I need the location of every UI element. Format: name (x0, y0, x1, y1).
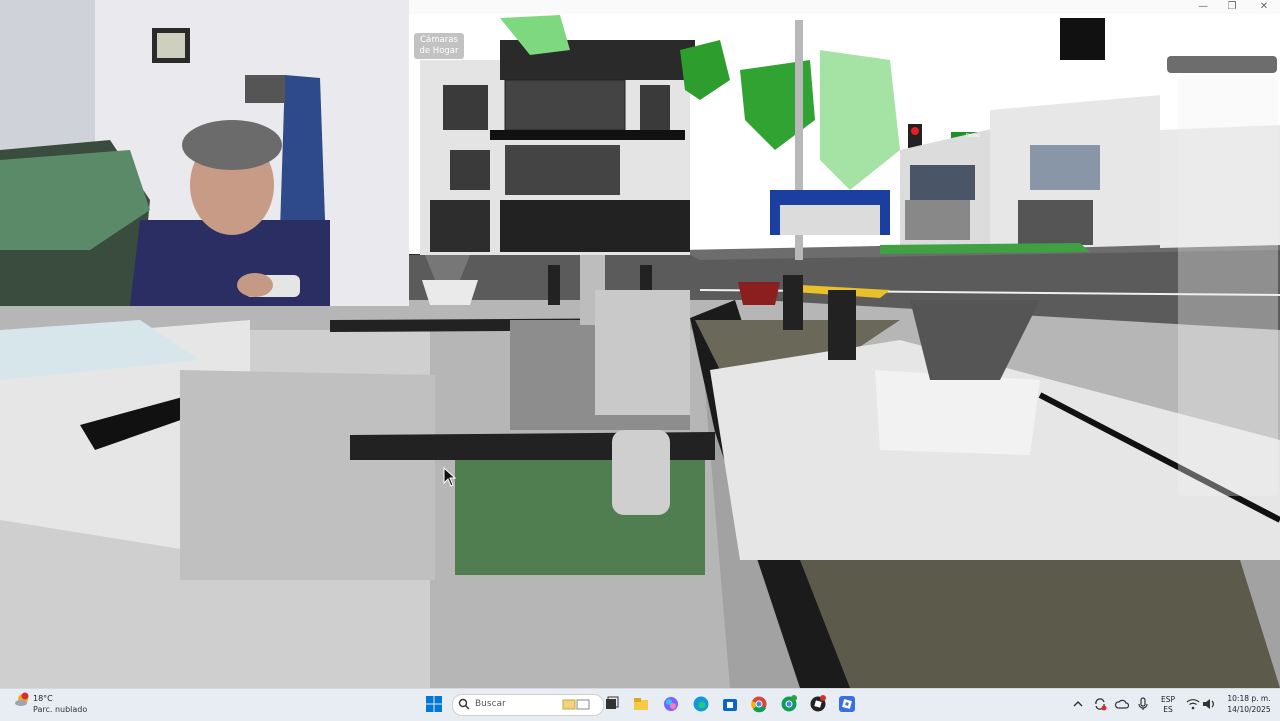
wifi-icon[interactable] (1186, 698, 1200, 710)
windows-start-icon[interactable] (425, 695, 443, 713)
restore-button[interactable]: ❐ (1216, 0, 1248, 14)
edge-icon[interactable] (692, 695, 710, 713)
chevron-up-icon[interactable] (1073, 699, 1083, 709)
mouse-cursor-icon (443, 467, 457, 487)
roblox-icon[interactable] (838, 695, 856, 713)
search-placeholder[interactable]: Buscar (475, 699, 506, 709)
store-icon[interactable] (721, 695, 739, 713)
language-indicator-bottom[interactable]: ES (1158, 705, 1178, 714)
clock-date[interactable]: 14/10/2025 (1222, 705, 1276, 714)
street-sign: Paseo Brookhaven (965, 133, 981, 139)
file-explorer-icon[interactable] (632, 695, 650, 713)
home-cameras-label-line1: Cámaras (420, 35, 458, 45)
game-viewport[interactable]: — ❐ ✕ Cámaras de Hogar Paseo Brookhaven (0, 0, 1280, 688)
volume-icon[interactable] (1202, 698, 1216, 710)
weather-condition[interactable]: Parc. nublado (33, 705, 87, 714)
task-view-icon[interactable] (602, 695, 620, 713)
weather-temperature[interactable]: 18°C (33, 694, 53, 703)
webcam-overlay (0, 0, 409, 306)
search-highlight-icon (562, 699, 590, 710)
search-icon (458, 698, 470, 710)
clock-time[interactable]: 10:18 p. m. (1222, 694, 1276, 703)
cloud-icon[interactable] (1115, 698, 1129, 710)
sync-icon[interactable] (1093, 697, 1107, 711)
game-top-bar[interactable] (1167, 56, 1277, 73)
home-cameras-button[interactable]: Cámaras de Hogar (414, 33, 464, 59)
weather-icon[interactable] (14, 692, 30, 708)
home-cameras-label-line2: de Hogar (419, 46, 459, 56)
language-indicator-top[interactable]: ESP (1158, 695, 1178, 704)
minimize-button[interactable]: — (1187, 0, 1219, 14)
roblox-studio-icon[interactable] (809, 695, 827, 713)
copilot-icon[interactable] (662, 695, 680, 713)
close-button[interactable]: ✕ (1248, 0, 1280, 14)
chrome-profile-icon[interactable] (780, 695, 798, 713)
window-titlebar (409, 0, 1280, 14)
game-side-panel[interactable] (1178, 76, 1278, 496)
microphone-icon[interactable] (1138, 697, 1148, 711)
webcam-feed-image (0, 0, 409, 306)
chrome-icon[interactable] (750, 695, 768, 713)
